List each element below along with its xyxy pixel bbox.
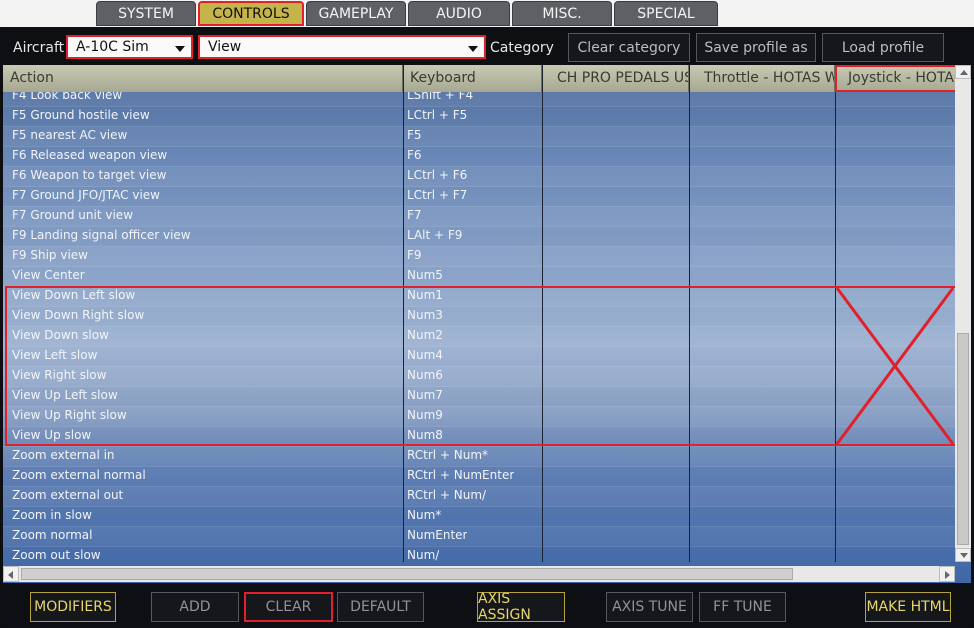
table-row[interactable]: Zoom external in RCtrl + Num* (3, 446, 955, 467)
keyboard-cell: F9 (407, 248, 422, 262)
action-cell: Zoom normal (12, 528, 93, 542)
keyboard-cell: F5 (407, 128, 422, 142)
category-select-value: View (208, 39, 242, 55)
vertical-scroll-thumb[interactable] (957, 333, 969, 545)
table-row[interactable]: F7 Ground unit view F7 (3, 206, 955, 227)
keyboard-cell: LCtrl + F7 (407, 188, 468, 202)
chevron-down-icon (468, 46, 478, 52)
action-cell: F5 nearest AC view (12, 128, 128, 142)
keyboard-cell: LCtrl + F6 (407, 168, 468, 182)
action-cell: Zoom external in (12, 448, 115, 462)
table-row[interactable]: Zoom external normal RCtrl + NumEnter (3, 466, 955, 487)
keyboard-cell: LShift + F4 (407, 92, 474, 102)
table-row[interactable]: View Center Num5 (3, 266, 955, 287)
table-row[interactable]: Zoom external out RCtrl + Num/ (3, 486, 955, 507)
chevron-down-icon (960, 553, 968, 558)
keyboard-cell: Num/ (407, 548, 440, 562)
tab-audio[interactable]: AUDIO (408, 1, 510, 26)
action-cell: F7 Ground unit view (12, 208, 134, 222)
scroll-right-button[interactable] (939, 566, 955, 582)
aircraft-select[interactable]: A-10C Sim (66, 35, 193, 59)
axis-tune-button[interactable]: AXIS TUNE (606, 592, 693, 622)
action-cell: F6 Weapon to target view (12, 168, 167, 182)
clear-category-button[interactable]: Clear category (568, 33, 690, 62)
scroll-up-button[interactable] (955, 65, 971, 79)
keyboard-cell: LAlt + F9 (407, 228, 463, 242)
category-select[interactable]: View (198, 35, 486, 59)
action-cell: F5 Ground hostile view (12, 108, 150, 122)
add-button[interactable]: ADD (151, 592, 239, 622)
tab-special[interactable]: SPECIAL (614, 1, 718, 26)
tab-misc[interactable]: MISC. (512, 1, 612, 26)
load-profile-button[interactable]: Load profile (822, 33, 944, 62)
ff-tune-button[interactable]: FF TUNE (699, 592, 786, 622)
slow-view-rows-highlight (5, 286, 957, 446)
column-pedals[interactable]: CH PRO PEDALS USB (542, 65, 689, 92)
clear-button[interactable]: CLEAR (244, 592, 333, 622)
modifiers-button[interactable]: MODIFIERS (30, 592, 116, 622)
keyboard-cell: Num* (407, 508, 442, 522)
table-row[interactable]: F9 Ship view F9 (3, 246, 955, 267)
column-action[interactable]: Action (3, 65, 403, 92)
action-cell: F6 Released weapon view (12, 148, 168, 162)
horizontal-scrollbar[interactable] (3, 566, 955, 582)
axis-assign-button[interactable]: AXIS ASSIGN (477, 591, 565, 623)
action-cell: Zoom out slow (12, 548, 101, 562)
chevron-right-icon (945, 571, 950, 579)
keyboard-cell: RCtrl + NumEnter (407, 468, 515, 482)
table-header: Action Keyboard CH PRO PEDALS USB Thrott… (3, 65, 955, 92)
aircraft-label: Aircraft (13, 40, 65, 56)
table-row[interactable]: F6 Weapon to target view LCtrl + F6 (3, 166, 955, 187)
cross-mark-icon (835, 287, 955, 445)
action-cell: Zoom external out (12, 488, 124, 502)
keyboard-cell: RCtrl + Num* (407, 448, 489, 462)
table-row[interactable]: F9 Landing signal officer view LAlt + F9 (3, 226, 955, 247)
keyboard-cell: F7 (407, 208, 422, 222)
chevron-down-icon (175, 46, 185, 52)
table-row[interactable]: F4 Look back view LShift + F4 (3, 92, 955, 107)
chevron-up-icon (960, 70, 968, 75)
chevron-left-icon (8, 571, 13, 579)
action-cell: Zoom in slow (12, 508, 92, 522)
make-html-button[interactable]: MAKE HTML (865, 592, 951, 622)
table-row[interactable]: F5 Ground hostile view LCtrl + F5 (3, 106, 955, 127)
table-row[interactable]: F7 Ground JFO/JTAC view LCtrl + F7 (3, 186, 955, 207)
keyboard-cell: RCtrl + Num/ (407, 488, 487, 502)
table-row[interactable]: F5 nearest AC view F5 (3, 126, 955, 147)
action-cell: Zoom external normal (12, 468, 146, 482)
keyboard-cell: NumEnter (407, 528, 468, 542)
table-row[interactable]: Zoom in slow Num* (3, 506, 955, 527)
keyboard-cell: Num5 (407, 268, 443, 282)
tab-controls[interactable]: CONTROLS (198, 1, 304, 26)
tab-gameplay[interactable]: GAMEPLAY (306, 1, 406, 26)
scroll-down-button[interactable] (955, 548, 971, 562)
keyboard-cell: LCtrl + F5 (407, 108, 468, 122)
vertical-scrollbar[interactable] (955, 65, 971, 562)
action-cell: F4 Look back view (12, 92, 123, 102)
column-throttle[interactable]: Throttle - HOTAS Warthog (689, 65, 835, 92)
category-label: Category (490, 40, 554, 56)
table-row[interactable]: Zoom out slow Num/ (3, 546, 955, 562)
action-cell: View Center (12, 268, 85, 282)
action-cell: F9 Ship view (12, 248, 88, 262)
joystick-column-highlight (835, 65, 959, 92)
tab-system[interactable]: SYSTEM (96, 1, 196, 26)
action-cell: F7 Ground JFO/JTAC view (12, 188, 160, 202)
horizontal-scroll-thumb[interactable] (21, 568, 793, 580)
bindings-table: Action Keyboard CH PRO PEDALS USB Thrott… (3, 65, 971, 583)
action-cell: F9 Landing signal officer view (12, 228, 191, 242)
table-row[interactable]: F6 Released weapon view F6 (3, 146, 955, 167)
keyboard-cell: F6 (407, 148, 422, 162)
default-button[interactable]: DEFAULT (337, 592, 424, 622)
tab-bar: SYSTEM CONTROLS GAMEPLAY AUDIO MISC. SPE… (0, 0, 974, 27)
aircraft-select-value: A-10C Sim (76, 39, 149, 55)
save-profile-button[interactable]: Save profile as (696, 33, 816, 62)
scroll-left-button[interactable] (3, 566, 19, 582)
column-keyboard[interactable]: Keyboard (403, 65, 542, 92)
table-row[interactable]: Zoom normal NumEnter (3, 526, 955, 547)
